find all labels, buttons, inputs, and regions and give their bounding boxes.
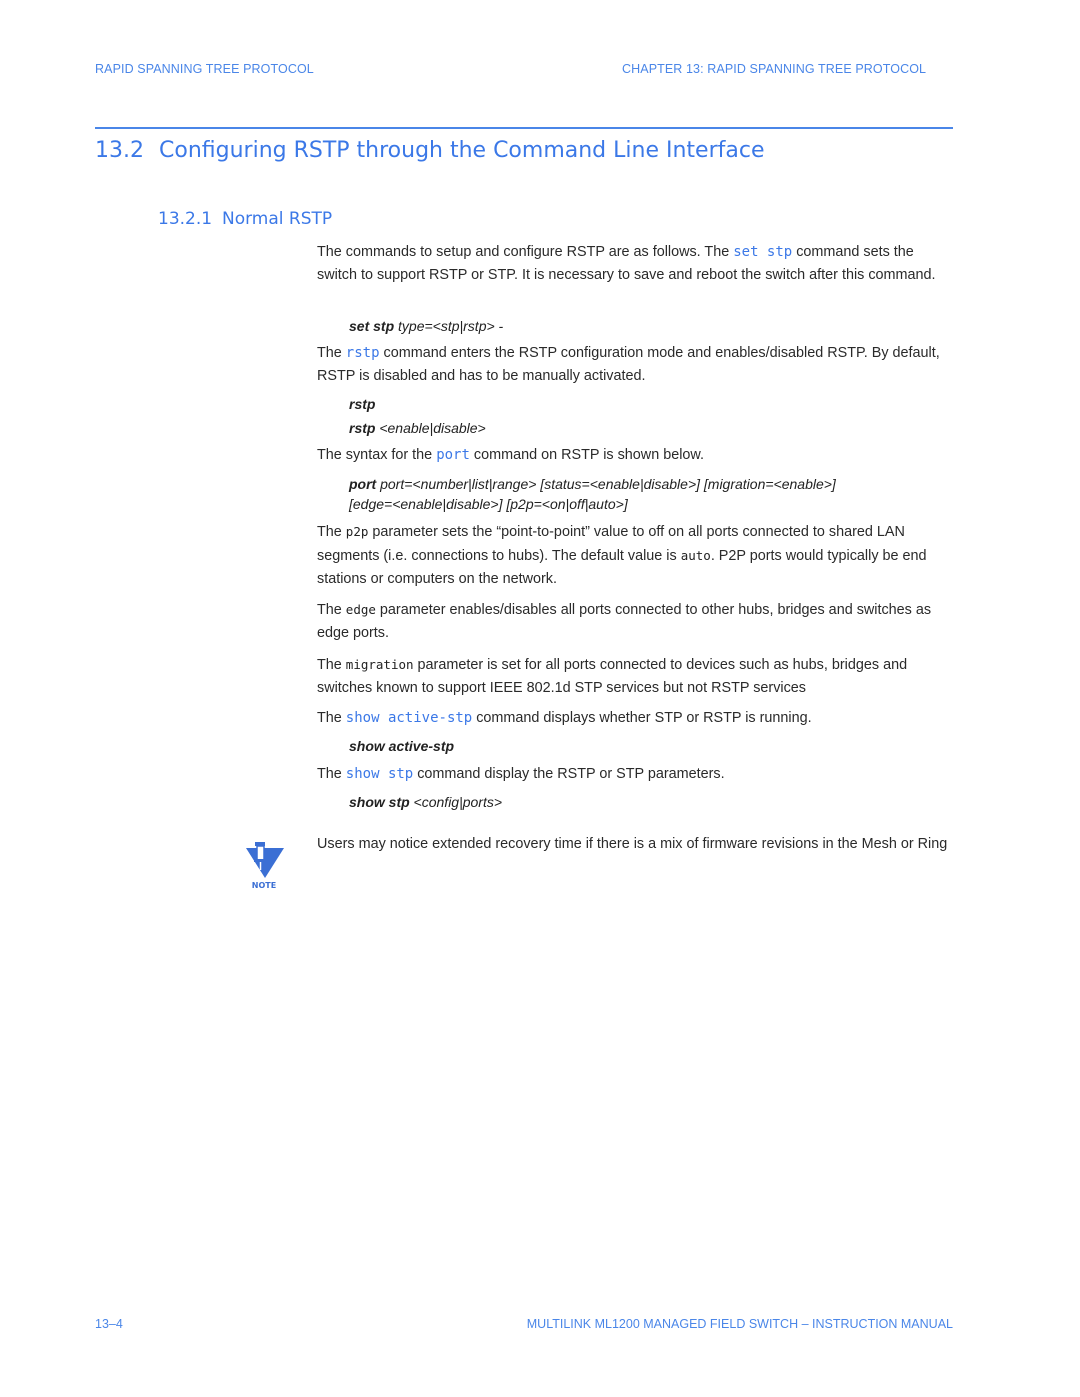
paragraph-show-stp: The show stp command display the RSTP or… [317,763,957,786]
text: command display the RSTP or STP paramete… [413,766,725,782]
note-text: Users may notice extended recovery time … [317,836,948,852]
command-rstp: rstp [349,394,375,414]
code-set-stp: set stp [733,244,793,260]
text: parameter enables/disables all ports con… [317,602,932,641]
paragraph-p2p: The p2p parameter sets the “point-to-poi… [317,520,957,591]
paragraph-edge: The edge parameter enables/disables all … [317,598,957,645]
code-show-stp: show stp [345,766,414,782]
text: The [317,602,346,618]
section-heading: 13.2 Configuring RSTP through the Command… [95,138,764,163]
text: command displays whether STP or RSTP is … [472,710,812,726]
command-set-stp: set stp type=<stp|rstp> - [349,316,503,336]
command-port: port port=<number|list|range> [status=<e… [349,474,949,514]
paragraph-set-stp: The commands to setup and configure RSTP… [317,241,957,287]
code-show-active-stp: show active-stp [345,710,473,726]
command-rstp-enable: rstp <enable|disable> [349,418,486,438]
note-pushpin-icon: NOTE [244,840,286,890]
command-args: port=<number|list|range> [status=<enable… [376,476,836,492]
code-p2p: p2p [345,524,369,539]
paragraph-port: The syntax for the port command on RSTP … [317,444,957,467]
section-divider [95,127,953,129]
command-keyword: show active-stp [349,738,455,754]
command-show-active-stp: show active-stp [349,736,454,756]
text: command on RSTP is shown below. [469,447,704,463]
paragraph-rstp: The rstp command enters the RSTP configu… [317,342,957,388]
command-args: <config|ports> [409,794,503,810]
paragraph-show-active-stp: The show active-stp command displays whe… [317,707,957,730]
text: The [317,657,346,673]
text: The syntax for the [317,447,437,463]
running-header-right: CHAPTER 13: RAPID SPANNING TREE PROTOCOL [622,62,927,76]
subsection-heading: 13.2.1 Normal RSTP [158,209,332,229]
command-keyword: show stp [349,794,410,810]
text: The [317,524,346,540]
code-migration: migration [345,657,414,672]
text: The [317,766,346,782]
section-title: Configuring RSTP through the Command Lin… [159,138,765,163]
code-edge: edge [345,602,376,617]
text: The [317,710,346,726]
subsection-number: 13.2.1 [158,209,213,229]
running-header-left: RAPID SPANNING TREE PROTOCOL [95,62,314,76]
command-args: <enable|disable> [375,420,486,436]
code-rstp: rstp [345,345,380,361]
text: command enters the RSTP configuration mo… [317,345,940,384]
code-auto: auto [680,548,711,563]
note-label: NOTE [252,881,276,890]
running-footer-manual: MULTILINK ML1200 MANAGED FIELD SWITCH – … [526,1317,953,1331]
page-number: 13–4 [95,1317,123,1331]
subsection-title: Normal RSTP [222,209,333,229]
text: The [317,345,346,361]
command-show-stp: show stp <config|ports> [349,792,502,812]
command-keyword: set stp [349,318,395,334]
code-port: port [436,447,470,463]
command-keyword: port [349,476,377,492]
command-keyword: rstp [349,420,376,436]
command-args: type=<stp|rstp> - [394,318,504,334]
text: The commands to setup and configure RSTP… [317,244,734,260]
command-keyword: rstp [349,396,376,412]
section-number: 13.2 [95,138,144,163]
paragraph-migration: The migration parameter is set for all p… [317,653,957,700]
command-args-continued: [edge=<enable|disable>] [p2p=<on|off|aut… [349,496,628,512]
